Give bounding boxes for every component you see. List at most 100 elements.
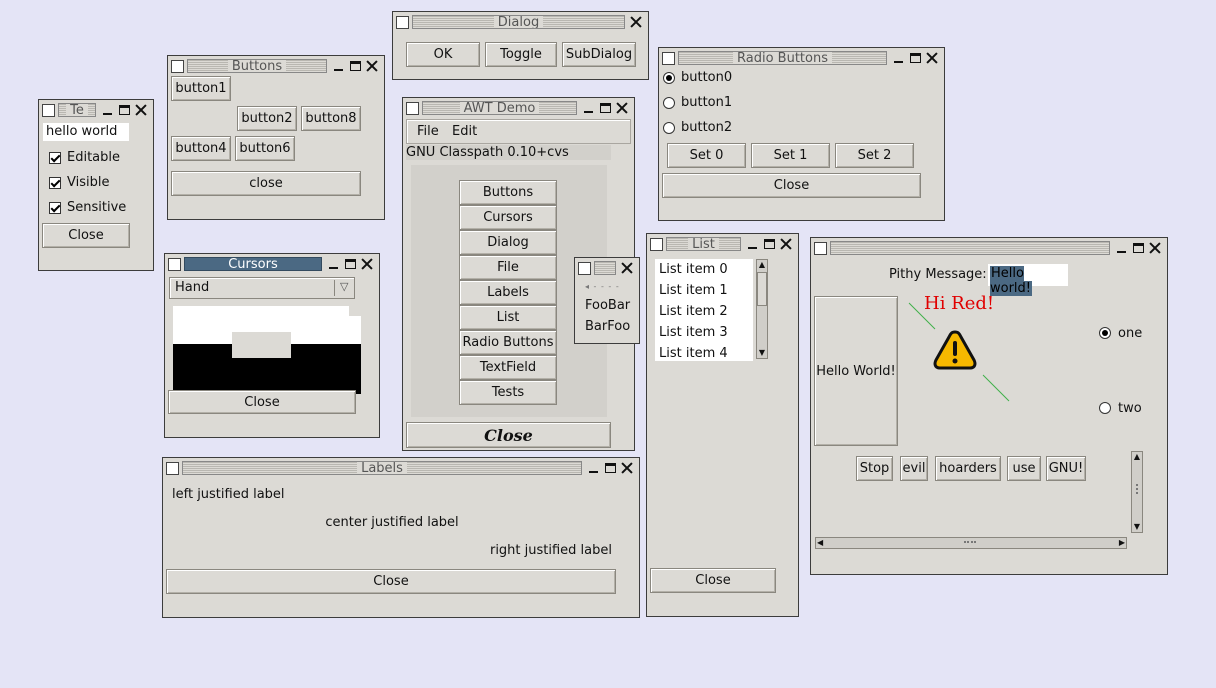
ok-button[interactable]: OK bbox=[406, 42, 480, 67]
tests-window-titlebar[interactable] bbox=[811, 238, 1167, 258]
demo-cursors-button[interactable]: Cursors bbox=[459, 205, 557, 230]
maximize-icon[interactable] bbox=[597, 100, 614, 116]
close-button[interactable]: Close bbox=[166, 569, 616, 594]
scroll-left-icon[interactable]: ◀ bbox=[817, 538, 823, 548]
close-button[interactable]: Close bbox=[42, 223, 130, 248]
text-window-titlebar[interactable]: Te bbox=[39, 100, 153, 120]
radio-button1[interactable] bbox=[663, 97, 675, 109]
close-icon[interactable] bbox=[133, 102, 150, 118]
scroll-down-icon[interactable]: ▼ bbox=[757, 348, 767, 358]
close-icon[interactable] bbox=[619, 260, 636, 276]
close-icon[interactable] bbox=[1147, 240, 1164, 256]
radio-button0[interactable] bbox=[663, 72, 675, 84]
demo-buttons-button[interactable]: Buttons bbox=[459, 180, 557, 205]
hoarders-button[interactable]: hoarders bbox=[935, 456, 1001, 481]
buttons-window-titlebar[interactable]: Buttons bbox=[168, 56, 384, 76]
close-button[interactable]: Close bbox=[406, 422, 611, 448]
set-2-button[interactable]: Set 2 bbox=[835, 143, 914, 168]
menu-edit[interactable]: Edit bbox=[452, 124, 477, 139]
scroll-grip-icon[interactable] bbox=[964, 541, 976, 543]
minimize-icon[interactable] bbox=[585, 460, 602, 476]
maximize-icon[interactable] bbox=[342, 256, 359, 272]
list-item[interactable]: List item 1 bbox=[659, 283, 728, 298]
minimize-icon[interactable] bbox=[325, 256, 342, 272]
subdialog-button[interactable]: SubDialog bbox=[562, 42, 636, 67]
scroll-down-icon[interactable]: ▼ bbox=[1132, 522, 1142, 532]
button8[interactable]: button8 bbox=[301, 106, 361, 131]
maximize-icon[interactable] bbox=[347, 58, 364, 74]
scroll-up-icon[interactable]: ▲ bbox=[1132, 452, 1142, 462]
stop-button[interactable]: Stop bbox=[856, 456, 893, 481]
demo-list-button[interactable]: List bbox=[459, 305, 557, 330]
close-icon[interactable] bbox=[359, 256, 376, 272]
window-menu-icon[interactable] bbox=[42, 103, 55, 117]
close-icon[interactable] bbox=[614, 100, 631, 116]
list-scrollbar[interactable]: ▲ ▼ bbox=[756, 259, 768, 359]
list-window-titlebar[interactable]: List bbox=[647, 234, 798, 254]
list-item[interactable]: List item 0 bbox=[659, 262, 728, 277]
minimize-icon[interactable] bbox=[744, 236, 761, 252]
minimize-icon[interactable] bbox=[890, 50, 907, 66]
window-menu-icon[interactable] bbox=[168, 257, 181, 271]
radio-window-titlebar[interactable]: Radio Buttons bbox=[659, 48, 944, 68]
tear-off-icon[interactable]: ◂ - - - - bbox=[585, 282, 637, 292]
close-icon[interactable] bbox=[924, 50, 941, 66]
close-button[interactable]: Close bbox=[662, 173, 921, 198]
sensitive-checkbox[interactable] bbox=[49, 202, 61, 214]
close-button[interactable]: close bbox=[171, 171, 361, 196]
menu-file[interactable]: File bbox=[417, 124, 439, 139]
minimize-icon[interactable] bbox=[99, 102, 116, 118]
menu-item-barfoo[interactable]: BarFoo bbox=[585, 319, 630, 334]
window-menu-icon[interactable] bbox=[166, 461, 179, 475]
demo-radio-buttons-button[interactable]: Radio Buttons bbox=[459, 330, 557, 355]
radio-one[interactable] bbox=[1099, 327, 1111, 339]
close-icon[interactable] bbox=[628, 14, 645, 30]
window-menu-icon[interactable] bbox=[578, 261, 591, 275]
vertical-scrollbar[interactable]: ▲ ▼ bbox=[1131, 451, 1143, 533]
close-icon[interactable] bbox=[364, 58, 381, 74]
demo-labels-button[interactable]: Labels bbox=[459, 280, 557, 305]
maximize-icon[interactable] bbox=[602, 460, 619, 476]
close-icon[interactable] bbox=[619, 460, 636, 476]
popup-titlebar[interactable] bbox=[575, 258, 639, 278]
maximize-icon[interactable] bbox=[761, 236, 778, 252]
button1[interactable]: button1 bbox=[171, 76, 231, 101]
list-item[interactable]: List item 2 bbox=[659, 304, 728, 319]
minimize-icon[interactable] bbox=[330, 58, 347, 74]
evil-button[interactable]: evil bbox=[900, 456, 928, 481]
visible-checkbox[interactable] bbox=[49, 177, 61, 189]
close-button[interactable]: Close bbox=[650, 568, 776, 593]
window-menu-icon[interactable] bbox=[650, 237, 663, 251]
list-box[interactable]: List item 0 List item 1 List item 2 List… bbox=[655, 259, 753, 361]
maximize-icon[interactable] bbox=[116, 102, 133, 118]
editable-checkbox[interactable] bbox=[49, 152, 61, 164]
set-1-button[interactable]: Set 1 bbox=[751, 143, 830, 168]
button4[interactable]: button4 bbox=[171, 136, 231, 161]
horizontal-scrollbar[interactable]: ◀ ▶ bbox=[815, 537, 1127, 549]
maximize-icon[interactable] bbox=[907, 50, 924, 66]
minimize-icon[interactable] bbox=[1113, 240, 1130, 256]
window-menu-icon[interactable] bbox=[171, 59, 184, 73]
maximize-icon[interactable] bbox=[1130, 240, 1147, 256]
button6[interactable]: button6 bbox=[235, 136, 295, 161]
window-menu-icon[interactable] bbox=[396, 15, 409, 29]
window-menu-icon[interactable] bbox=[662, 51, 675, 65]
dialog-window-titlebar[interactable]: Dialog bbox=[393, 12, 648, 32]
menu-item-foobar[interactable]: FooBar bbox=[585, 298, 630, 313]
pithy-message-field[interactable]: Hello world! bbox=[988, 264, 1068, 296]
radio-two[interactable] bbox=[1099, 402, 1111, 414]
list-item[interactable]: List item 4 bbox=[659, 346, 728, 361]
window-menu-icon[interactable] bbox=[406, 101, 419, 115]
toggle-button[interactable]: Toggle bbox=[485, 42, 557, 67]
demo-file-button[interactable]: File bbox=[459, 255, 557, 280]
hello-world-button[interactable]: Hello World! bbox=[814, 296, 898, 446]
set-0-button[interactable]: Set 0 bbox=[667, 143, 746, 168]
minimize-icon[interactable] bbox=[580, 100, 597, 116]
scroll-grip-icon[interactable] bbox=[1136, 484, 1138, 494]
button2[interactable]: button2 bbox=[237, 106, 297, 131]
cursor-canvas[interactable] bbox=[173, 306, 361, 394]
window-menu-icon[interactable] bbox=[814, 241, 827, 255]
scroll-thumb[interactable] bbox=[757, 272, 767, 306]
text-field[interactable]: hello world bbox=[42, 122, 130, 142]
labels-window-titlebar[interactable]: Labels bbox=[163, 458, 639, 478]
